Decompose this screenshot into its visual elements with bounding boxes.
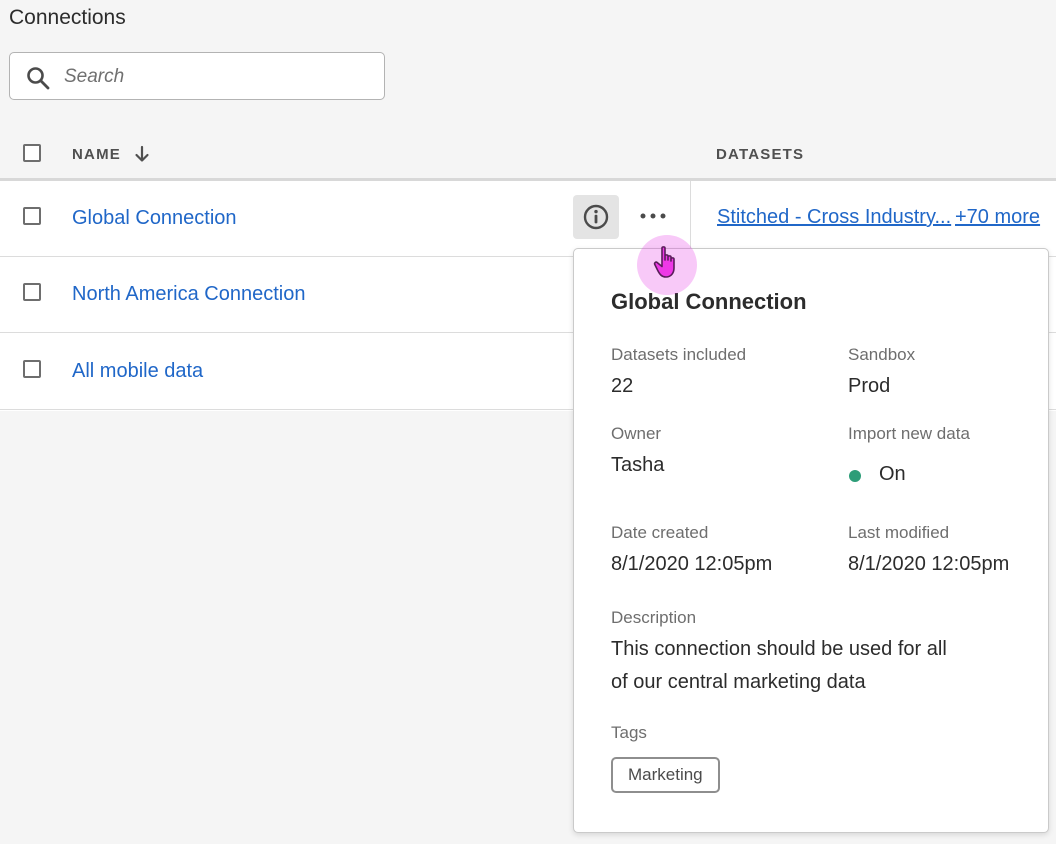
sandbox-label: Sandbox (848, 345, 916, 364)
pointer-cursor (637, 235, 697, 295)
datasets-included-label: Datasets included (611, 345, 747, 364)
search-field[interactable] (9, 52, 385, 100)
owner-label: Owner (611, 424, 662, 443)
description-label: Description (611, 608, 697, 627)
row-checkbox[interactable] (23, 283, 41, 301)
search-icon (27, 67, 50, 90)
connection-details-popover: Global Connection Datasets included 22 S… (573, 248, 1049, 833)
arrow-down-icon[interactable] (133, 145, 151, 163)
page-title: Connections (9, 6, 126, 29)
status-on-indicator (849, 470, 861, 482)
connection-name-link[interactable]: North America Connection (72, 283, 305, 306)
sandbox-value: Prod (848, 375, 891, 397)
search-input[interactable] (62, 63, 376, 91)
import-new-data-label: Import new data (848, 424, 970, 443)
popover-title: Global Connection (611, 289, 807, 314)
date-created-value: 8/1/2020 12:05pm (611, 553, 773, 575)
owner-value: Tasha (611, 454, 665, 476)
tags-label: Tags (611, 723, 647, 742)
datasets-included-value: 22 (611, 375, 634, 397)
more-actions-button[interactable] (633, 195, 673, 239)
info-button[interactable] (573, 195, 619, 239)
info-icon (583, 204, 609, 230)
row-checkbox[interactable] (23, 207, 41, 225)
description-line-1: This connection should be used for all (611, 638, 947, 660)
datasets-link[interactable]: Stitched - Cross Industry... (717, 206, 951, 229)
import-new-data-value: On (879, 463, 906, 485)
hand-pointer-icon (653, 246, 675, 278)
table-header: NAME DATASETS (0, 128, 1056, 180)
more-datasets-link[interactable]: +70 more (955, 206, 1040, 229)
description-line-2: of our central marketing data (611, 671, 866, 693)
column-header-name[interactable]: NAME (72, 146, 121, 163)
more-icon (640, 213, 666, 219)
connection-name-link[interactable]: All mobile data (72, 360, 203, 383)
row-checkbox[interactable] (23, 360, 41, 378)
tag-marketing: Marketing (611, 757, 720, 793)
connection-name-link[interactable]: Global Connection (72, 207, 237, 230)
date-created-label: Date created (611, 523, 709, 542)
select-all-checkbox[interactable] (23, 144, 41, 162)
column-divider (690, 181, 691, 256)
last-modified-value: 8/1/2020 12:05pm (848, 553, 1010, 575)
table-row[interactable]: Global Connection Stitched - Cross Indus… (0, 181, 1056, 257)
column-header-datasets: DATASETS (716, 146, 805, 163)
last-modified-label: Last modified (848, 523, 950, 542)
